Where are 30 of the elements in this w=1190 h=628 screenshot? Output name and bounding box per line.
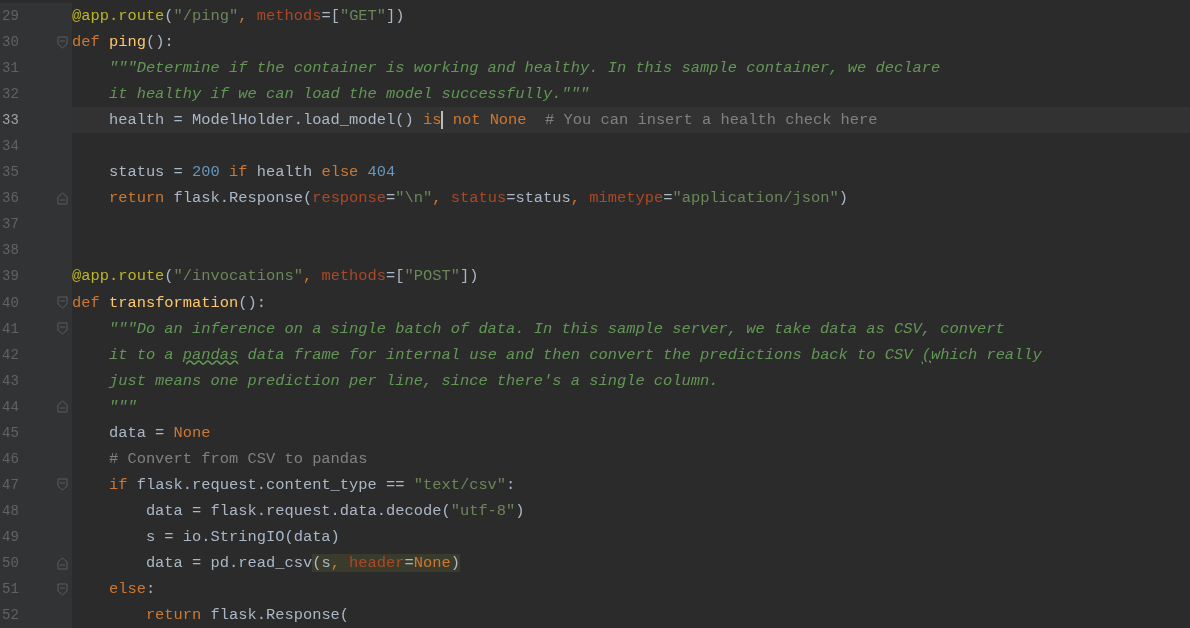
code-line: it to a pandas data frame for internal use and then convert the predictions back to CSV (which really	[107, 344, 1042, 365]
code-line: data = None	[107, 422, 211, 443]
fold-marker-icon[interactable]	[57, 582, 68, 596]
code-line: """Do an inference on a single batch of data. In this sample server, we take data as CSV, convert	[107, 318, 1005, 339]
line-number: 33	[1, 112, 20, 129]
code-line: just means one prediction per line, since there's a single column.	[107, 370, 719, 391]
fold-marker-icon[interactable]	[57, 400, 68, 414]
code-line: s = io.StringIO(data)	[144, 526, 340, 547]
code-line: data = flask.request.data.decode("utf-8")	[144, 500, 525, 521]
code-line: # Convert from CSV to pandas	[107, 448, 368, 469]
code-line: health = ModelHolder.load_model() is not None # You can insert a health check here	[107, 110, 878, 131]
code-line: else:	[107, 579, 156, 600]
fold-marker-icon[interactable]	[57, 478, 68, 492]
code-line: def ping():	[72, 32, 174, 53]
code-line: @app.route("/ping", methods=["GET"])	[72, 6, 405, 26]
code-line: status = 200 if health else 404	[107, 162, 396, 183]
code-line: data = pd.read_csv(s, header=None)	[144, 553, 460, 573]
code-line: it healthy if we can load the model successfully."""	[107, 84, 590, 105]
fold-marker-icon[interactable]	[57, 322, 68, 336]
code-line: return flask.Response(	[144, 605, 350, 626]
fold-marker-icon[interactable]	[57, 191, 68, 205]
code-line: """	[107, 396, 137, 417]
code-line: if flask.request.content_type == "text/csv":	[107, 474, 516, 495]
fold-marker-icon[interactable]	[57, 35, 68, 49]
code-line: def transformation():	[72, 292, 266, 313]
fold-marker-icon[interactable]	[57, 296, 68, 310]
code-line: return flask.Response(response="\n", status=status, mimetype="application/json")	[107, 188, 848, 209]
fold-marker-icon[interactable]	[57, 556, 68, 570]
code-line: """Determine if the container is working and healthy. In this sample container, we declare	[107, 58, 941, 79]
code-line: @app.route("/invocations", methods=["POST"])	[72, 266, 479, 287]
